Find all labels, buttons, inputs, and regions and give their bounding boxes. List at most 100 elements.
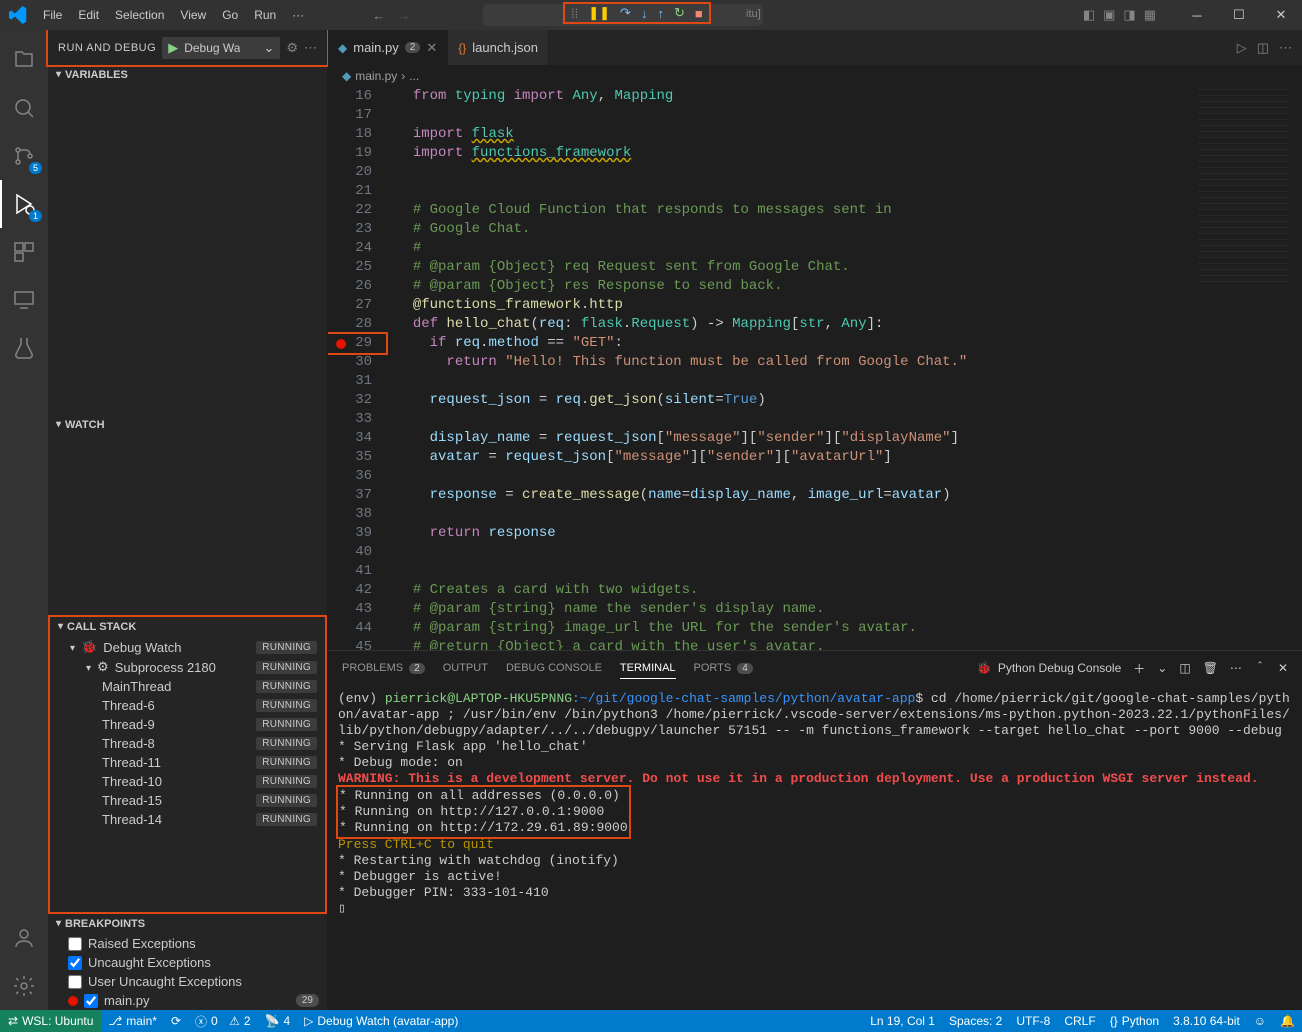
breakpoint-file-checkbox[interactable]	[84, 994, 98, 1008]
chevron-right-icon: ›	[401, 69, 405, 83]
trash-icon[interactable]: 🗑	[1203, 661, 1218, 675]
split-terminal-icon[interactable]: ◫	[1179, 661, 1190, 675]
callstack-thread-row[interactable]: MainThreadRUNNING	[50, 677, 325, 696]
breakpoint-category-row[interactable]: Uncaught Exceptions	[48, 953, 327, 972]
debug-session-indicator[interactable]: ▷Debug Watch (avatar-app)	[297, 1010, 465, 1032]
variables-section-header[interactable]: VARIABLES	[48, 65, 327, 85]
pause-icon[interactable]: ❚❚	[588, 5, 610, 21]
source-control-icon[interactable]: 5	[0, 132, 48, 180]
minimize-button[interactable]: ─	[1176, 0, 1218, 30]
step-into-icon[interactable]: ↓	[641, 6, 648, 21]
accounts-icon[interactable]	[0, 914, 48, 962]
cursor-position[interactable]: Ln 19, Col 1	[863, 1014, 942, 1028]
breakpoint-file-row[interactable]: main.py 29	[48, 991, 327, 1010]
feedback-icon[interactable]: ☺	[1247, 1014, 1273, 1028]
tab-output[interactable]: OUTPUT	[443, 658, 488, 678]
vscode-logo-icon	[0, 6, 35, 24]
menu-view[interactable]: View	[172, 4, 214, 26]
callstack-thread-row[interactable]: Thread-11RUNNING	[50, 753, 325, 772]
menu-edit[interactable]: Edit	[70, 4, 107, 26]
callstack-thread-row[interactable]: Thread-14RUNNING	[50, 810, 325, 829]
breadcrumb[interactable]: ◆ main.py › ...	[328, 65, 1302, 87]
callstack-thread-row[interactable]: Thread-15RUNNING	[50, 791, 325, 810]
tab-ports[interactable]: PORTS4	[694, 658, 753, 678]
breakpoint-checkbox[interactable]	[68, 937, 82, 951]
chevron-down-icon[interactable]: ⌄	[1157, 661, 1167, 675]
menu-···[interactable]: ···	[284, 4, 312, 26]
terminal-profile-select[interactable]: 🐞Python Debug Console	[977, 661, 1121, 675]
search-icon[interactable]	[0, 84, 48, 132]
extensions-icon[interactable]	[0, 228, 48, 276]
more-icon[interactable]: ⋯	[304, 40, 317, 56]
breakpoints-section-header[interactable]: BREAKPOINTS	[48, 914, 327, 934]
run-debug-icon[interactable]: 1	[0, 180, 48, 228]
sync-indicator[interactable]: ⟳	[164, 1010, 188, 1032]
layout-sidebar-left-icon[interactable]: ◧	[1083, 7, 1095, 23]
layout-sidebar-right-icon[interactable]: ◨	[1123, 7, 1135, 23]
maximize-button[interactable]: ☐	[1218, 0, 1260, 30]
debug-config-select[interactable]: ▶ Debug Wa ⌄	[162, 37, 280, 59]
settings-gear-icon[interactable]	[0, 962, 48, 1010]
close-panel-icon[interactable]: ✕	[1278, 661, 1288, 675]
indentation[interactable]: Spaces: 2	[942, 1014, 1009, 1028]
terminal-body[interactable]: (env) pierrick@LAPTOP-HKU5PNNG:~/git/goo…	[328, 685, 1302, 1010]
ports-indicator[interactable]: 📡4	[258, 1010, 298, 1032]
callstack-section-header[interactable]: CALL STACK	[50, 617, 325, 637]
layout-panel-icon[interactable]: ▣	[1103, 7, 1115, 23]
menu-file[interactable]: File	[35, 4, 70, 26]
tab-terminal[interactable]: TERMINAL	[620, 658, 676, 679]
close-button[interactable]: ✕	[1260, 0, 1302, 30]
breakpoint-checkbox[interactable]	[68, 975, 82, 989]
breakpoint-category-row[interactable]: Raised Exceptions	[48, 934, 327, 953]
split-editor-icon[interactable]: ◫	[1257, 40, 1269, 56]
tab-main-py[interactable]: ◆ main.py 2 ✕	[328, 30, 448, 65]
watch-section-header[interactable]: WATCH	[48, 415, 327, 435]
restart-icon[interactable]: ↻	[674, 5, 685, 21]
step-over-icon[interactable]: ↷	[620, 5, 631, 21]
breakpoint-category-row[interactable]: User Uncaught Exceptions	[48, 972, 327, 991]
notifications-icon[interactable]: 🔔	[1273, 1014, 1302, 1028]
callstack-row[interactable]: 🐞Debug WatchRUNNING	[50, 637, 325, 657]
drag-handle-icon[interactable]: ⁞⁞	[571, 6, 578, 21]
callstack-thread-row[interactable]: Thread-6RUNNING	[50, 696, 325, 715]
eol-label: CRLF	[1064, 1014, 1095, 1028]
language-mode[interactable]: {}Python	[1103, 1014, 1166, 1028]
branch-indicator[interactable]: ⎇main*	[101, 1010, 164, 1032]
nav-back-icon[interactable]: ←	[372, 8, 385, 23]
minimap[interactable]	[1198, 87, 1288, 287]
tab-problems[interactable]: PROBLEMS2	[342, 658, 425, 678]
more-icon[interactable]: ⋯	[1230, 661, 1242, 675]
breakpoint-checkbox[interactable]	[68, 956, 82, 970]
encoding[interactable]: UTF-8	[1009, 1014, 1057, 1028]
stop-icon[interactable]: ■	[695, 6, 703, 21]
term-line: Press CTRL+C to quit	[338, 837, 1292, 853]
callstack-row[interactable]: ⚙Subprocess 2180RUNNING	[50, 657, 325, 677]
layout-customize-icon[interactable]: ▦	[1144, 7, 1156, 23]
tab-launch-json[interactable]: {} launch.json	[448, 30, 549, 65]
explorer-icon[interactable]	[0, 36, 48, 84]
callstack-thread-row[interactable]: Thread-10RUNNING	[50, 772, 325, 791]
remote-explorer-icon[interactable]	[0, 276, 48, 324]
menu-run[interactable]: Run	[246, 4, 284, 26]
run-icon[interactable]: ▷	[1237, 40, 1247, 56]
eol[interactable]: CRLF	[1057, 1014, 1102, 1028]
code-editor[interactable]: 1617181920212223242526272829303132333435…	[328, 87, 1302, 650]
menu-selection[interactable]: Selection	[107, 4, 172, 26]
menu-go[interactable]: Go	[214, 4, 246, 26]
gear-icon[interactable]: ⚙	[286, 40, 298, 56]
new-terminal-icon[interactable]: ＋	[1133, 660, 1145, 677]
remote-indicator[interactable]: ⇄WSL: Ubuntu	[0, 1010, 101, 1032]
step-out-icon[interactable]: ↑	[657, 6, 664, 21]
nav-forward-icon[interactable]: →	[397, 8, 410, 23]
status-badge: RUNNING	[256, 641, 317, 654]
maximize-panel-icon[interactable]: ＾	[1254, 660, 1266, 677]
python-version[interactable]: 3.8.10 64-bit	[1166, 1014, 1247, 1028]
testing-icon[interactable]	[0, 324, 48, 372]
breakpoint-gutter-icon[interactable]	[336, 339, 346, 349]
callstack-thread-row[interactable]: Thread-8RUNNING	[50, 734, 325, 753]
callstack-thread-row[interactable]: Thread-9RUNNING	[50, 715, 325, 734]
close-icon[interactable]: ✕	[426, 40, 437, 56]
problems-indicator[interactable]: ⓧ0 ⚠2	[188, 1010, 258, 1032]
more-icon[interactable]: ⋯	[1279, 40, 1292, 56]
tab-debug-console[interactable]: DEBUG CONSOLE	[506, 658, 602, 678]
